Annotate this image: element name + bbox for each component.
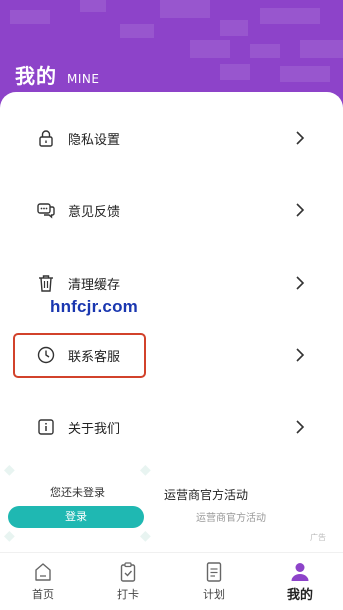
site-watermark: hnfcjr.com — [50, 297, 138, 316]
ad-badge: 广告 — [310, 533, 326, 542]
ad-subtitle: 运营商官方活动 — [196, 513, 266, 524]
menu-item-feedback[interactable]: 意见反馈 — [0, 185, 343, 235]
diamond-decoration-icon: ◆ — [4, 528, 15, 544]
diamond-decoration-icon: ◆ — [4, 462, 15, 478]
tab-label: 计划 — [203, 588, 225, 601]
menu-item-label: 意见反馈 — [68, 204, 121, 220]
person-icon — [291, 563, 309, 581]
home-icon — [35, 563, 51, 581]
menu-item-privacy[interactable]: 隐私设置 — [0, 113, 343, 163]
tab-label: 首页 — [32, 588, 54, 601]
tab-checkin[interactable]: 打卡 — [98, 553, 158, 610]
info-icon — [38, 419, 54, 435]
tab-plan[interactable]: 计划 — [184, 553, 244, 610]
settings-menu: 隐私设置 意见反馈 清理缓存 联系客服 关于我们 — [0, 92, 343, 467]
chevron-right-icon — [296, 203, 305, 217]
tab-mine[interactable]: 我的 — [270, 553, 330, 610]
menu-item-label: 清理缓存 — [68, 277, 121, 293]
chevron-right-icon — [296, 276, 305, 290]
tab-label: 我的 — [286, 588, 313, 603]
ad-title[interactable]: 运营商官方活动 — [164, 486, 248, 503]
chevron-right-icon — [296, 131, 305, 145]
menu-item-label: 关于我们 — [68, 421, 121, 437]
login-button[interactable]: 登录 — [8, 506, 144, 528]
page-subtitle: MINE — [67, 72, 100, 86]
lock-icon — [39, 130, 53, 147]
trash-icon — [39, 275, 53, 292]
feedback-chat-icon — [37, 203, 55, 219]
diamond-decoration-icon: ◆ — [140, 462, 151, 478]
tab-home[interactable]: 首页 — [13, 553, 73, 610]
chevron-right-icon — [296, 348, 305, 362]
tab-label: 打卡 — [117, 588, 139, 601]
document-list-icon — [206, 562, 222, 582]
menu-item-about[interactable]: 关于我们 — [0, 402, 343, 452]
highlight-box — [13, 333, 146, 378]
chevron-right-icon — [296, 420, 305, 434]
clipboard-check-icon — [120, 562, 136, 582]
diamond-decoration-icon: ◆ — [140, 528, 151, 544]
login-prompt: 您还未登录 — [50, 486, 105, 499]
page-title: 我的 — [15, 64, 57, 88]
menu-item-label: 隐私设置 — [68, 132, 121, 148]
bottom-tab-bar: 首页 打卡 计划 我的 — [0, 552, 343, 610]
ad-banner[interactable]: ◆ ◆ ◆ ◆ 您还未登录 登录 运营商官方活动 运营商官方活动 广告 — [0, 462, 343, 552]
